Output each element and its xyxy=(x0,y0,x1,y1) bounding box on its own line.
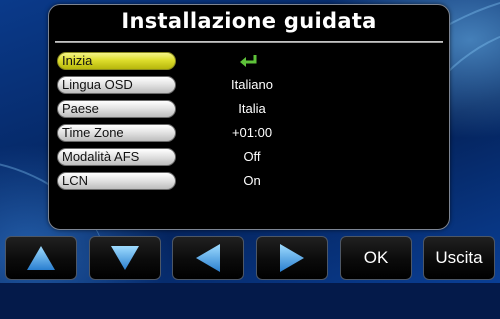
country-value: Italia xyxy=(238,101,266,116)
lcn-value: On xyxy=(243,173,261,188)
menu-item-country[interactable]: Paese xyxy=(57,100,176,118)
osd-language-value: Italiano xyxy=(231,77,273,92)
afs-mode-value: Off xyxy=(243,149,261,164)
menu-item-start[interactable]: Inizia xyxy=(57,52,176,70)
left-button[interactable] xyxy=(172,236,244,280)
enter-icon xyxy=(240,55,257,67)
time-zone-value: +01:00 xyxy=(231,125,273,140)
menu-item-afs-mode[interactable]: Modalità AFS xyxy=(57,148,176,166)
menu-row-lcn[interactable]: LCN On xyxy=(57,172,441,192)
arrow-left-icon xyxy=(196,244,220,272)
menu-row-time-zone[interactable]: Time Zone +01:00 xyxy=(57,124,441,144)
menu-row-start[interactable]: Inizia xyxy=(57,52,441,72)
arrow-down-icon xyxy=(111,246,139,270)
right-button[interactable] xyxy=(256,236,328,280)
arrow-up-icon xyxy=(27,246,55,270)
arrow-right-icon xyxy=(280,244,304,272)
dialog-title: Installazione guidata xyxy=(121,9,377,33)
ok-button[interactable]: OK xyxy=(340,236,412,280)
down-button[interactable] xyxy=(89,236,161,280)
setup-wizard-dialog: Installazione guidata Inizia Lingua OSD … xyxy=(48,4,450,230)
up-button[interactable] xyxy=(5,236,77,280)
menu-row-afs-mode[interactable]: Modalità AFS Off xyxy=(57,148,441,168)
exit-button-label: Uscita xyxy=(435,248,483,267)
menu-row-osd-language[interactable]: Lingua OSD Italiano xyxy=(57,76,441,96)
title-divider xyxy=(55,41,443,43)
ok-button-label: OK xyxy=(363,248,389,267)
menu-item-lcn[interactable]: LCN xyxy=(57,172,176,190)
menu-row-country[interactable]: Paese Italia xyxy=(57,100,441,120)
exit-button[interactable]: Uscita xyxy=(423,236,495,280)
menu-item-osd-language[interactable]: Lingua OSD xyxy=(57,76,176,94)
menu-item-time-zone[interactable]: Time Zone xyxy=(57,124,176,142)
